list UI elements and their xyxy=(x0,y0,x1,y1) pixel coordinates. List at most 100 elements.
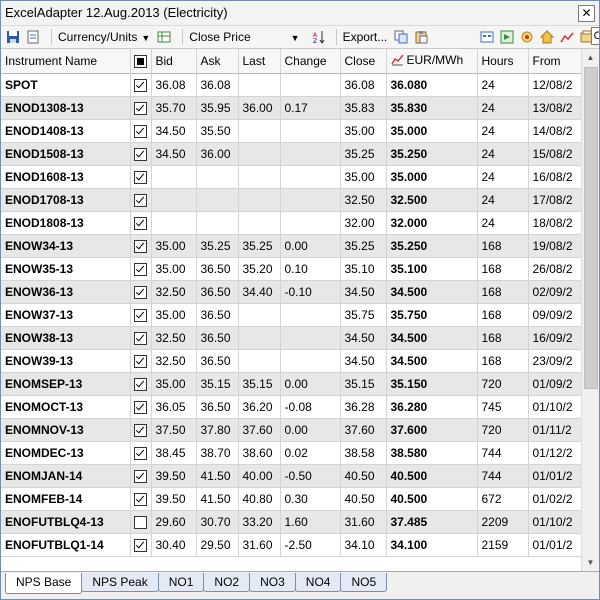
change-cell[interactable] xyxy=(280,349,341,373)
currency-units-dropdown[interactable]: Currency/Units ▼ xyxy=(58,30,150,44)
from-cell[interactable]: 16/08/2 xyxy=(528,165,584,189)
close-cell[interactable]: 34.50 xyxy=(340,349,387,373)
close-cell[interactable]: 31.60 xyxy=(340,510,387,534)
instrument-name-cell[interactable]: ENOD1408-13 xyxy=(1,119,131,143)
table-row[interactable]: ENOD1608-13 35.00 35.000 24 16/08/2 xyxy=(1,165,584,189)
eur-cell[interactable]: 32.000 xyxy=(386,211,478,235)
ask-cell[interactable]: 36.50 xyxy=(196,280,239,304)
ask-cell[interactable]: 36.50 xyxy=(196,349,239,373)
bid-cell[interactable]: 35.70 xyxy=(151,96,197,120)
last-cell[interactable]: 35.20 xyxy=(238,257,281,281)
close-cell[interactable]: 36.08 xyxy=(340,73,387,97)
eur-cell[interactable]: 40.500 xyxy=(386,487,478,511)
tab-no1[interactable]: NO1 xyxy=(157,573,205,592)
change-cell[interactable]: -0.10 xyxy=(280,280,341,304)
close-price-dropdown[interactable]: Close Price ▼ xyxy=(189,30,299,44)
table-row[interactable]: ENOW36-13 32.50 36.50 34.40 -0.10 34.50 34.500… xyxy=(1,280,584,304)
from-cell[interactable]: 19/08/2 xyxy=(528,234,584,258)
change-cell[interactable]: 0.10 xyxy=(280,257,341,281)
table-row[interactable]: ENOW38-13 32.50 36.50 34.50 34.500 168 16/09/2 xyxy=(1,326,584,350)
instrument-name-cell[interactable]: ENOMOCT-13 xyxy=(1,395,131,419)
vertical-scrollbar[interactable]: ▲ ▼ xyxy=(581,49,599,571)
last-cell[interactable]: 33.20 xyxy=(238,510,281,534)
table-row[interactable]: ENOMFEB-14 39.50 41.50 40.80 0.30 40.50 40.500… xyxy=(1,487,584,511)
sort-icon[interactable]: AZ xyxy=(310,29,326,45)
move-right-icon[interactable] xyxy=(499,29,515,45)
instrument-name-cell[interactable]: SPOT xyxy=(1,73,131,97)
bid-cell[interactable]: 35.00 xyxy=(151,257,197,281)
hours-cell[interactable]: 720 xyxy=(477,418,529,442)
tab-no3[interactable]: NO3 xyxy=(249,573,296,592)
hours-cell[interactable]: 24 xyxy=(477,142,529,166)
instrument-name-cell[interactable]: ENOW34-13 xyxy=(1,234,131,258)
table-row[interactable]: SPOT 36.08 36.08 36.08 36.080 24 12/08/2 xyxy=(1,73,584,97)
instrument-name-cell[interactable]: ENOMJAN-14 xyxy=(1,464,131,488)
change-cell[interactable]: 0.17 xyxy=(280,96,341,120)
row-checkbox[interactable] xyxy=(134,263,147,277)
close-cell[interactable]: 35.83 xyxy=(340,96,387,120)
last-cell[interactable]: 36.00 xyxy=(238,96,281,120)
last-cell[interactable] xyxy=(238,303,281,327)
table-row[interactable]: ENOD1508-13 34.50 36.00 35.25 35.250 24 15/08/… xyxy=(1,142,584,166)
change-cell[interactable] xyxy=(280,73,341,97)
bid-cell[interactable]: 32.50 xyxy=(151,280,197,304)
close-cell[interactable]: 36.28 xyxy=(340,395,387,419)
last-cell[interactable]: 38.60 xyxy=(238,441,281,465)
row-checkbox[interactable] xyxy=(134,447,147,461)
copy-icon[interactable] xyxy=(393,29,409,45)
instrument-name-cell[interactable]: ENOW39-13 xyxy=(1,349,131,373)
col-bid[interactable]: Bid xyxy=(151,49,197,74)
row-checkbox[interactable] xyxy=(134,240,147,254)
hours-cell[interactable]: 24 xyxy=(477,119,529,143)
from-cell[interactable]: 26/08/2 xyxy=(528,257,584,281)
last-cell[interactable] xyxy=(238,119,281,143)
last-cell[interactable]: 34.40 xyxy=(238,280,281,304)
row-checkbox[interactable] xyxy=(134,493,147,507)
last-cell[interactable] xyxy=(238,349,281,373)
col-hours[interactable]: Hours xyxy=(477,49,529,74)
change-cell[interactable] xyxy=(280,326,341,350)
row-checkbox[interactable] xyxy=(134,539,147,553)
change-cell[interactable] xyxy=(280,165,341,189)
table-row[interactable]: ENOMNOV-13 37.50 37.80 37.60 0.00 37.60 37.600… xyxy=(1,418,584,442)
scrollbar-thumb[interactable] xyxy=(584,67,598,389)
col-close[interactable]: Close xyxy=(340,49,387,74)
scroll-down-icon[interactable]: ▼ xyxy=(582,554,599,571)
close-cell[interactable]: 35.10 xyxy=(340,257,387,281)
close-cell[interactable]: 40.50 xyxy=(340,487,387,511)
table-row[interactable]: ENOMOCT-13 36.05 36.50 36.20 -0.08 36.28 36.28… xyxy=(1,395,584,419)
col-last[interactable]: Last xyxy=(238,49,281,74)
ask-cell[interactable]: 36.50 xyxy=(196,257,239,281)
change-cell[interactable] xyxy=(280,142,341,166)
change-cell[interactable]: 0.02 xyxy=(280,441,341,465)
ask-cell[interactable]: 36.50 xyxy=(196,326,239,350)
hours-cell[interactable]: 744 xyxy=(477,441,529,465)
bid-cell[interactable]: 39.50 xyxy=(151,487,197,511)
instrument-name-cell[interactable]: ENOMFEB-14 xyxy=(1,487,131,511)
eur-cell[interactable]: 36.280 xyxy=(386,395,478,419)
document-icon[interactable] xyxy=(25,29,41,45)
ask-cell[interactable]: 35.15 xyxy=(196,372,239,396)
ask-cell[interactable]: 35.95 xyxy=(196,96,239,120)
from-cell[interactable]: 01/10/2 xyxy=(528,395,584,419)
from-cell[interactable]: 12/08/2 xyxy=(528,73,584,97)
from-cell[interactable]: 13/08/2 xyxy=(528,96,584,120)
table-row[interactable]: ENOFUTBLQ4-13 29.60 30.70 33.20 1.60 31.60 37.… xyxy=(1,510,584,534)
instrument-name-cell[interactable]: ENOD1808-13 xyxy=(1,211,131,235)
change-cell[interactable] xyxy=(280,119,341,143)
bid-cell[interactable] xyxy=(151,188,197,212)
from-cell[interactable]: 23/09/2 xyxy=(528,349,584,373)
from-cell[interactable]: 01/02/2 xyxy=(528,487,584,511)
row-checkbox[interactable] xyxy=(134,286,147,300)
table-row[interactable]: ENOD1308-13 35.70 35.95 36.00 0.17 35.83 35.83… xyxy=(1,96,584,120)
table-row[interactable]: ENOD1408-13 34.50 35.50 35.00 35.000 24 14/08/… xyxy=(1,119,584,143)
table-row[interactable]: ENOMSEP-13 35.00 35.15 35.15 0.00 35.15 35.150… xyxy=(1,372,584,396)
last-cell[interactable]: 40.80 xyxy=(238,487,281,511)
select-all-checkbox[interactable] xyxy=(134,55,147,69)
ask-cell[interactable]: 35.50 xyxy=(196,119,239,143)
table-row[interactable]: ENOW34-13 35.00 35.25 35.25 0.00 35.25 35.250 1… xyxy=(1,234,584,258)
from-cell[interactable]: 17/08/2 xyxy=(528,188,584,212)
ask-cell[interactable]: 29.50 xyxy=(196,533,239,557)
eur-cell[interactable]: 35.000 xyxy=(386,119,478,143)
hours-cell[interactable]: 2209 xyxy=(477,510,529,534)
